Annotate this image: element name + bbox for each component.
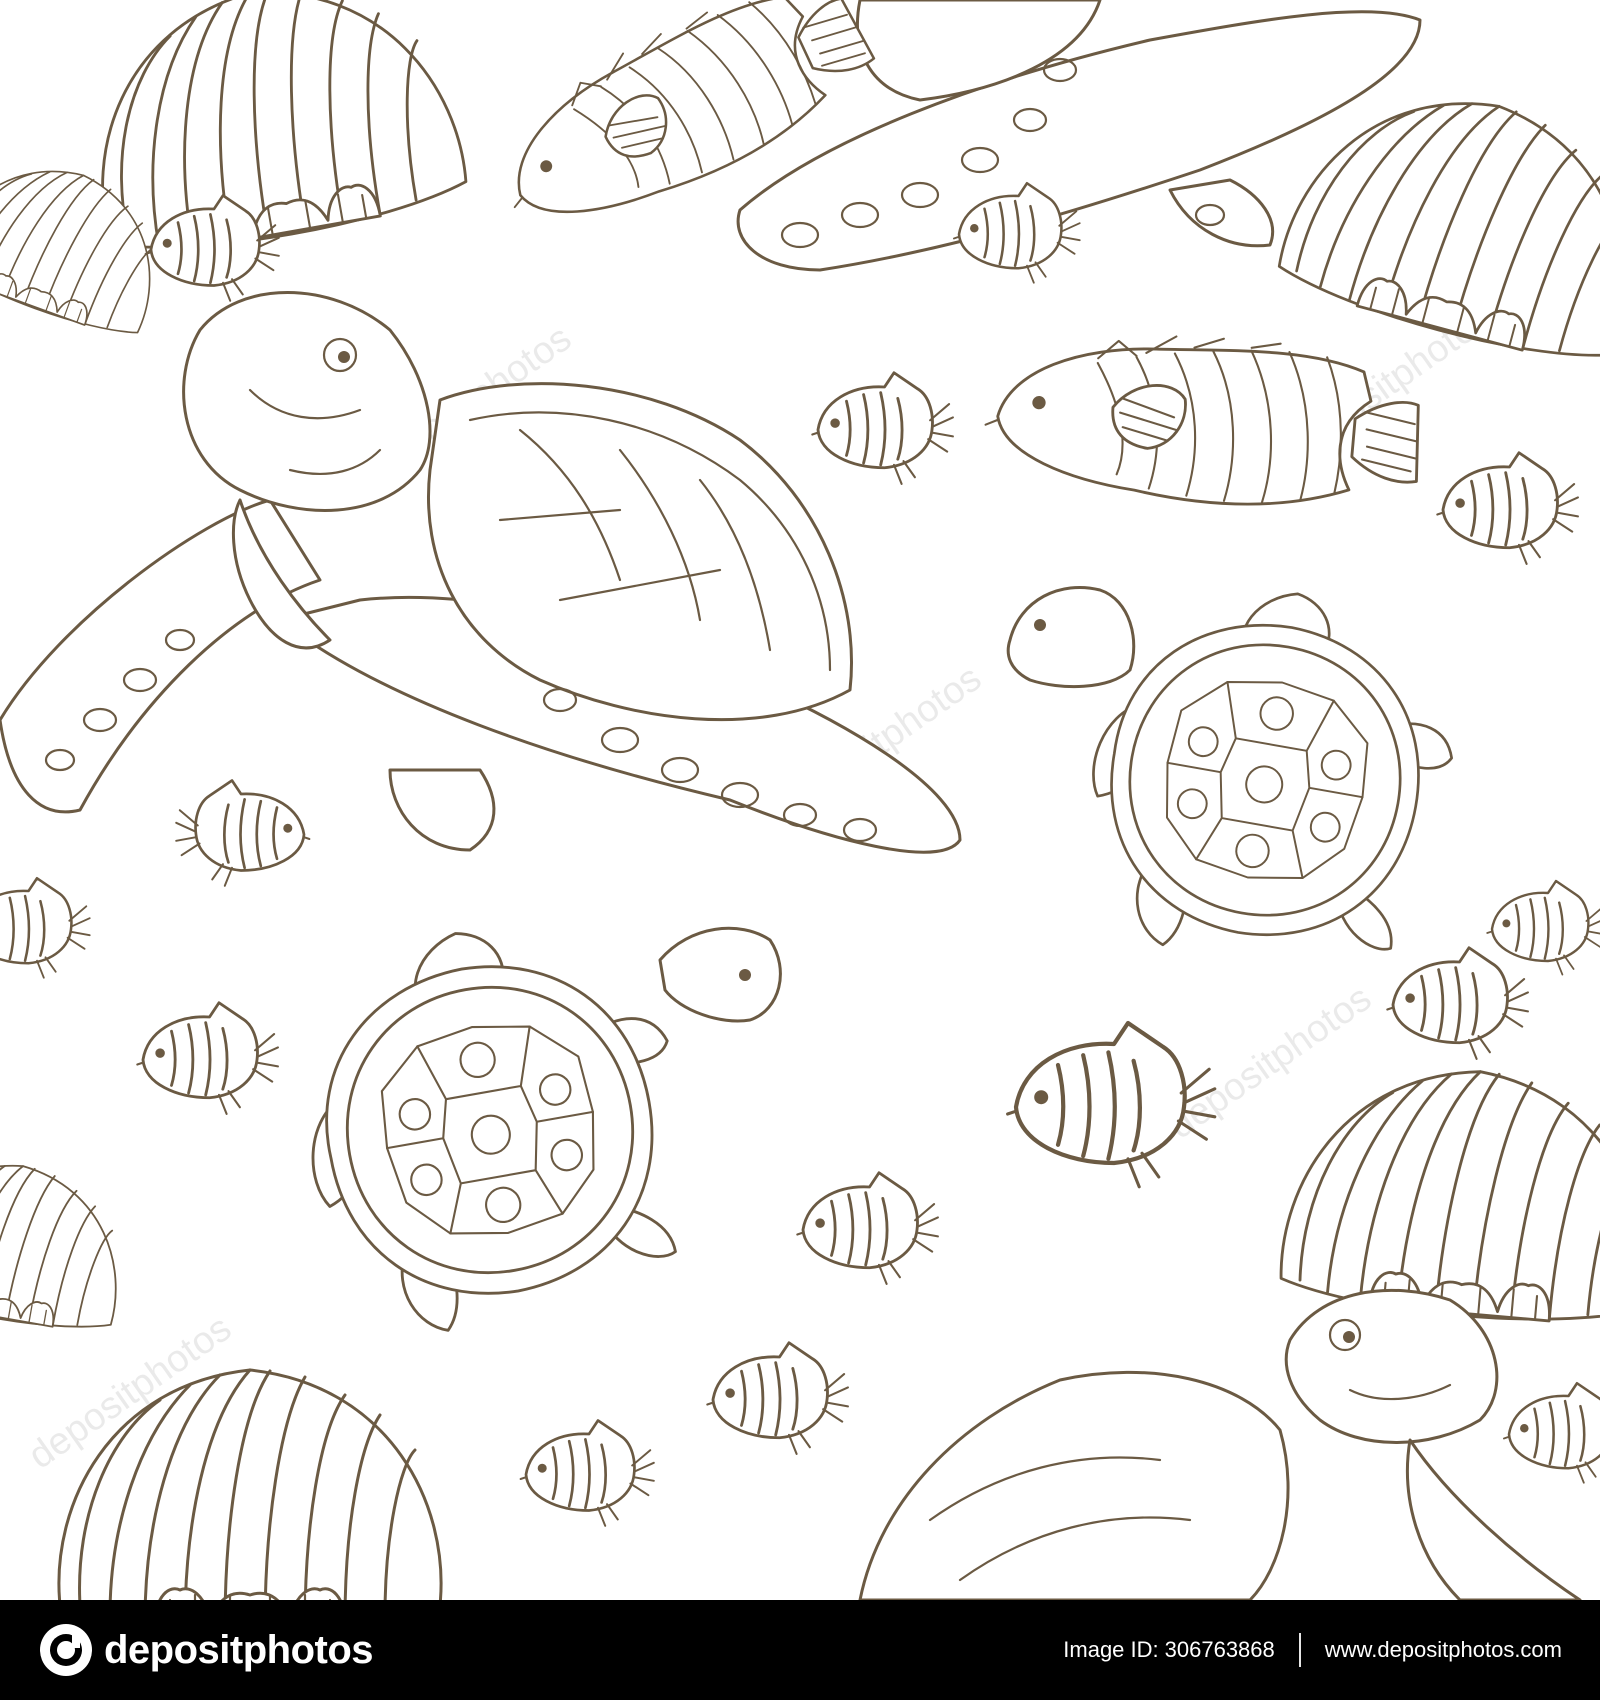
striped-fish	[135, 1001, 280, 1116]
striped-fish	[1502, 1381, 1600, 1484]
sea-turtle-bottom-right	[858, 1288, 1582, 1600]
brand-name: depositphotos	[104, 1627, 374, 1672]
turtle-head	[1006, 585, 1136, 688]
footer-info: Image ID: 306763868 www.depositphotos.co…	[1063, 1633, 1562, 1667]
brand-logo[interactable]: depositphotos	[38, 1622, 374, 1678]
striped-fish	[519, 1419, 656, 1528]
seamless-sea-pattern: depositphotos depositphotos depositphoto…	[0, 0, 1600, 1600]
image-id-value: 306763868	[1164, 1637, 1275, 1662]
striped-fish	[705, 1341, 850, 1456]
stock-footer-bar: depositphotos Image ID: 306763868 www.de…	[0, 1600, 1600, 1700]
depositphotos-logo-icon	[40, 1624, 92, 1676]
footer-divider	[1298, 1633, 1301, 1667]
website-link[interactable]: www.depositphotos.com	[1325, 1637, 1562, 1663]
striped-fish	[1008, 1023, 1215, 1187]
scallop-shell	[1276, 1054, 1600, 1333]
angelfish	[979, 317, 1429, 522]
striped-fish	[1385, 946, 1530, 1061]
striped-fish	[1485, 879, 1600, 976]
pattern-illustration: depositphotos depositphotos depositphoto…	[0, 0, 1600, 1600]
striped-fish	[1435, 451, 1580, 566]
image-id-label: Image ID:	[1063, 1637, 1159, 1662]
turtle-head	[658, 926, 782, 1023]
striped-fish	[810, 371, 955, 486]
striped-fish	[174, 779, 311, 888]
sea-turtle-round-bottom	[276, 899, 712, 1350]
striped-fish	[795, 1171, 940, 1286]
striped-fish	[0, 876, 91, 979]
scallop-shell	[0, 1145, 137, 1340]
